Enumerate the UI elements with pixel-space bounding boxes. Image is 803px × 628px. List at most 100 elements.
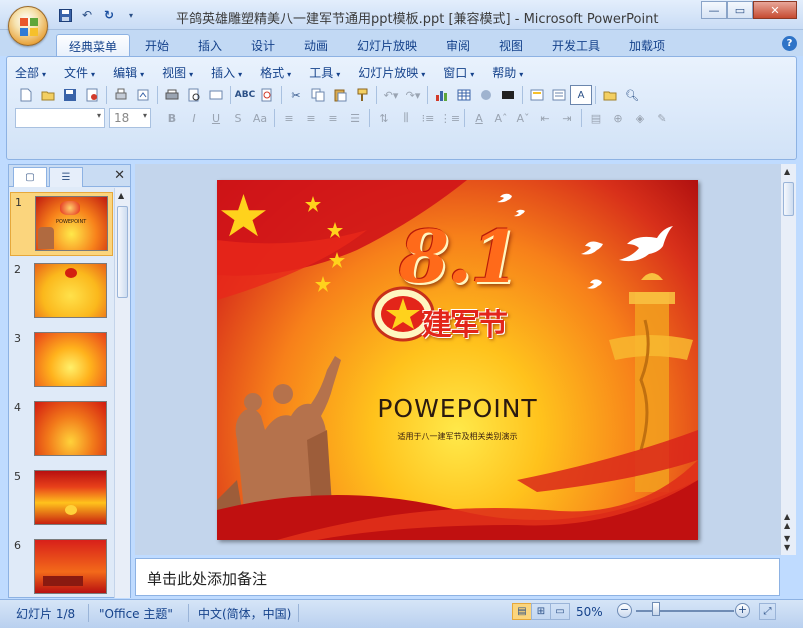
normal-view-icon[interactable]: ▤: [512, 603, 532, 620]
align-text-icon[interactable]: ⫼: [395, 108, 417, 128]
spelling-icon[interactable]: ABC: [234, 85, 256, 105]
tab-home[interactable]: 开始: [133, 34, 181, 56]
save-icon[interactable]: [59, 85, 81, 105]
zoom-slider-thumb[interactable]: [652, 602, 660, 616]
tab-insert[interactable]: 插入: [186, 34, 234, 56]
font-color-icon[interactable]: A: [468, 108, 490, 128]
font-size-combo[interactable]: 18 ▾: [109, 108, 151, 128]
menu-format[interactable]: 格式 ▾: [260, 64, 291, 82]
minimize-icon[interactable]: —: [701, 1, 727, 19]
menu-view[interactable]: 视图 ▾: [162, 64, 193, 82]
color-grayscale-icon[interactable]: [497, 85, 519, 105]
menu-edit[interactable]: 编辑 ▾: [113, 64, 144, 82]
increase-indent-icon[interactable]: ⇥: [556, 108, 578, 128]
close-pane-icon[interactable]: ✕: [114, 168, 125, 183]
change-case-icon[interactable]: Aa: [249, 108, 271, 128]
slide-thumbnail-4[interactable]: 4: [10, 398, 113, 462]
close-icon[interactable]: ✕: [753, 1, 797, 19]
tab-developer[interactable]: 开发工具: [540, 34, 612, 56]
previous-slide-icon[interactable]: ▲ ▲: [784, 512, 790, 530]
scrollbar-thumb[interactable]: [783, 182, 794, 216]
save-icon[interactable]: [56, 7, 74, 23]
layout-icon[interactable]: [548, 85, 570, 105]
font-name-combo[interactable]: ▾: [15, 108, 105, 128]
slide-thumbnail-2[interactable]: 2: [10, 260, 113, 324]
tab-review[interactable]: 审阅: [434, 34, 482, 56]
office-button[interactable]: [8, 6, 48, 46]
zoom-slider[interactable]: [636, 610, 734, 612]
menu-help[interactable]: 帮助 ▾: [492, 64, 523, 82]
numbering-icon[interactable]: ⋮≡: [439, 108, 461, 128]
print-icon[interactable]: [110, 85, 132, 105]
tab-animations[interactable]: 动画: [292, 34, 340, 56]
decrease-indent-icon[interactable]: ⇤: [534, 108, 556, 128]
paste-icon[interactable]: [329, 85, 351, 105]
zoom-out-icon[interactable]: −: [617, 603, 632, 618]
slides-tab-icon[interactable]: ▢: [13, 167, 47, 187]
underline-icon[interactable]: U: [205, 108, 227, 128]
align-right-icon[interactable]: ≡: [322, 108, 344, 128]
help-icon[interactable]: ?: [782, 36, 797, 51]
undo-icon[interactable]: ↶▾: [380, 85, 402, 105]
clipart-icon[interactable]: [475, 85, 497, 105]
print-preview-icon[interactable]: [183, 85, 205, 105]
bold-icon[interactable]: B: [161, 108, 183, 128]
current-slide[interactable]: 8.1 建军节 POWEPOINT 适用于八一建军节及相关类别演示: [217, 180, 698, 540]
thumbnail-scrollbar[interactable]: ▲: [114, 188, 130, 598]
redo-icon[interactable]: ↷▾: [402, 85, 424, 105]
page-setup-icon[interactable]: [205, 85, 227, 105]
align-left-icon[interactable]: ≡: [278, 108, 300, 128]
new-icon[interactable]: [15, 85, 37, 105]
slide-subtitle[interactable]: 适用于八一建军节及相关类别演示: [217, 431, 698, 442]
notes-pane[interactable]: 单击此处添加备注: [135, 558, 780, 596]
tab-slide-show[interactable]: 幻灯片放映: [345, 34, 429, 56]
research-icon[interactable]: [256, 85, 278, 105]
chart-icon[interactable]: [431, 85, 453, 105]
attach-icon[interactable]: [132, 85, 154, 105]
arrange-icon[interactable]: ▤: [585, 108, 607, 128]
outline-tab-icon[interactable]: ☰: [49, 167, 83, 187]
slide-scrollbar[interactable]: ▲ ▲ ▲ ▼ ▼: [780, 164, 796, 555]
menu-file[interactable]: 文件 ▾: [64, 64, 95, 82]
grow-font-icon[interactable]: Aˆ: [490, 108, 512, 128]
italic-icon[interactable]: I: [183, 108, 205, 128]
open-icon[interactable]: [37, 85, 59, 105]
zoom-in-icon[interactable]: +: [735, 603, 750, 618]
scroll-up-icon[interactable]: ▲: [784, 167, 790, 176]
scroll-up-icon[interactable]: ▲: [118, 191, 124, 200]
maximize-icon[interactable]: ▭: [727, 1, 753, 19]
tab-design[interactable]: 设计: [239, 34, 287, 56]
slide-thumbnail-1[interactable]: 1 POWEPOINT: [10, 192, 113, 256]
tab-view[interactable]: 视图: [487, 34, 535, 56]
slide-title[interactable]: POWEPOINT: [217, 394, 698, 423]
shadow-icon[interactable]: S: [227, 108, 249, 128]
slide-thumbnail-6[interactable]: 6: [10, 536, 113, 598]
fit-to-window-icon[interactable]: ⤢: [759, 603, 776, 620]
format-painter-icon[interactable]: [351, 85, 373, 105]
new-slide-icon[interactable]: [526, 85, 548, 105]
folder-icon[interactable]: [599, 85, 621, 105]
customize-icon[interactable]: ▾: [122, 7, 140, 23]
scrollbar-thumb[interactable]: [117, 206, 128, 298]
tab-classic-menu[interactable]: 经典菜单: [56, 34, 131, 56]
printer-icon[interactable]: [161, 85, 183, 105]
menu-insert[interactable]: 插入 ▾: [211, 64, 242, 82]
menu-slide-show[interactable]: 幻灯片放映 ▾: [358, 64, 425, 82]
next-slide-icon[interactable]: ▼ ▼: [784, 534, 790, 552]
copy-icon[interactable]: [307, 85, 329, 105]
shape-fill-icon[interactable]: ◈: [629, 108, 651, 128]
language-indicator[interactable]: 中文(简体，中国): [198, 605, 291, 622]
shape-outline-icon[interactable]: ✎: [651, 108, 673, 128]
menu-tools[interactable]: 工具 ▾: [309, 64, 340, 82]
text-box-icon[interactable]: A: [570, 85, 592, 105]
slide-thumbnail-3[interactable]: 3: [10, 329, 113, 393]
text-direction-icon[interactable]: ⇅: [373, 108, 395, 128]
permission-icon[interactable]: [81, 85, 103, 105]
zoom-icon[interactable]: 🔍︎: [621, 85, 643, 105]
undo-icon[interactable]: ↶: [78, 7, 96, 23]
tab-add-ins[interactable]: 加载项: [617, 34, 677, 56]
cut-icon[interactable]: ✂: [285, 85, 307, 105]
slide-sorter-view-icon[interactable]: ⊞: [531, 603, 551, 620]
slide-show-view-icon[interactable]: ▭: [550, 603, 570, 620]
bullets-icon[interactable]: ⁝≡: [417, 108, 439, 128]
